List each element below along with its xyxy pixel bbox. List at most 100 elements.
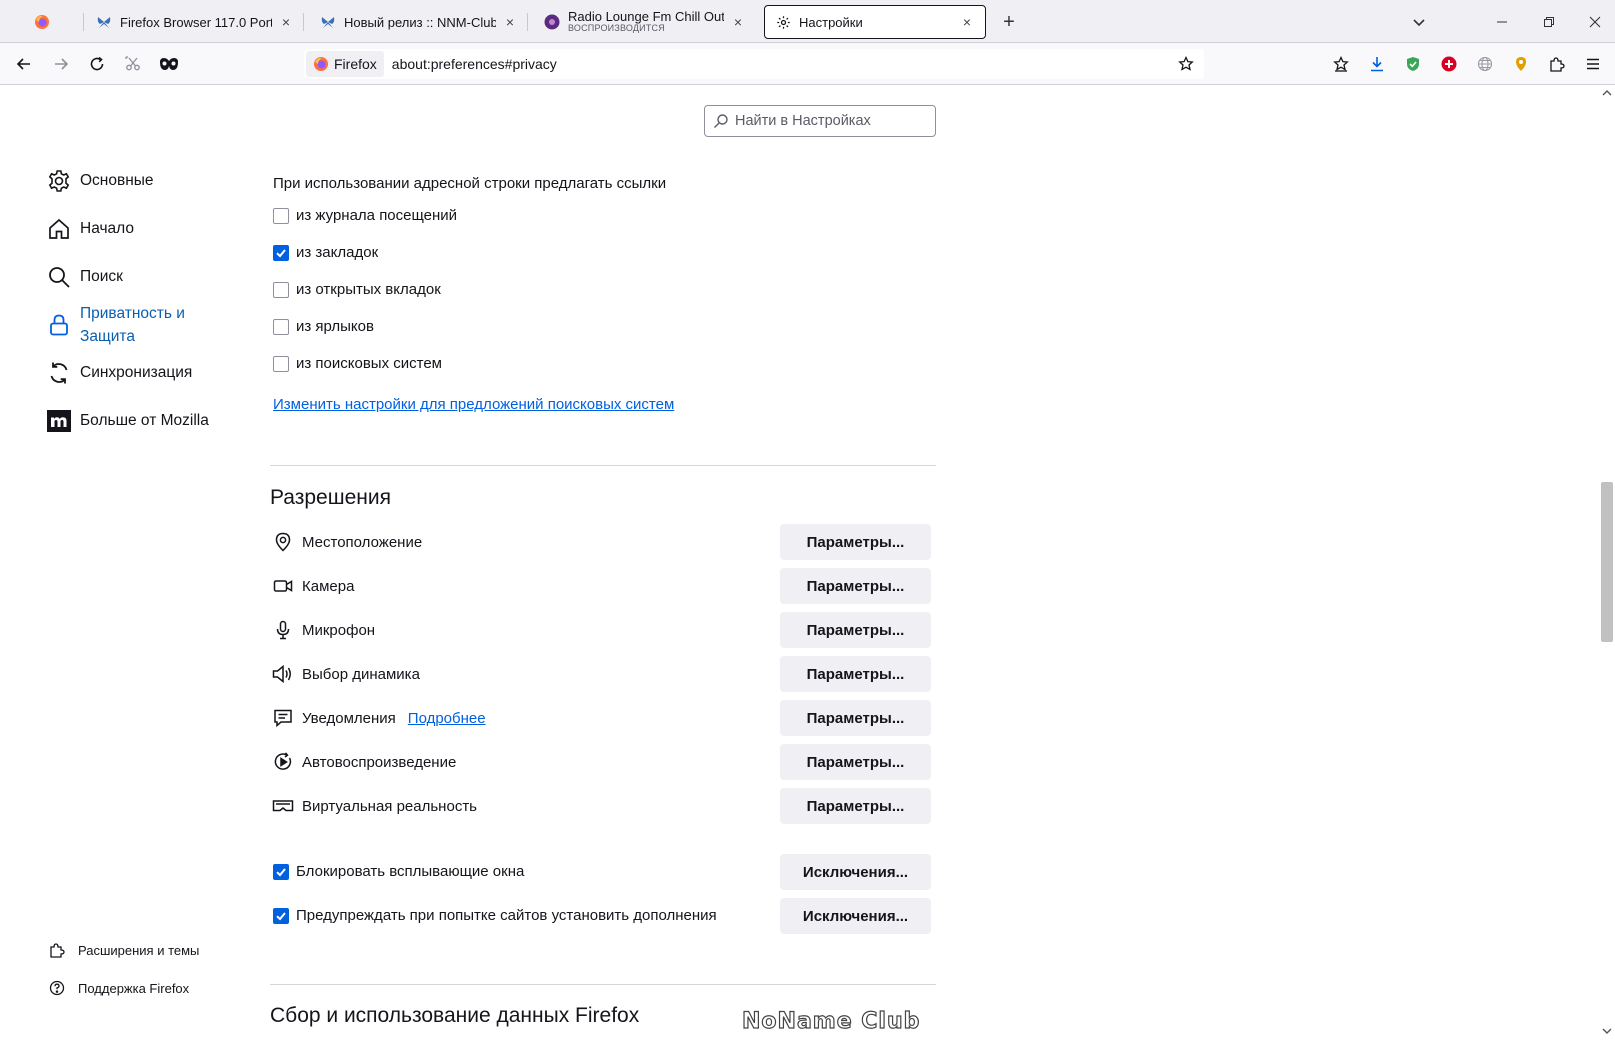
suggest-search-engines-option[interactable]: из поисковых систем	[273, 355, 442, 372]
tab-strip: Firefox Browser 117.0 Portable by... × Н…	[0, 0, 1615, 43]
address-bar-suggestions-heading: При использовании адресной строки предла…	[273, 175, 667, 192]
adblock-extension-button[interactable]	[1399, 50, 1427, 78]
suggest-open-tabs-option[interactable]: из открытых вкладок	[273, 281, 441, 298]
sidebar-item-search[interactable]: Поиск	[46, 264, 123, 290]
forward-button[interactable]	[47, 50, 75, 78]
reload-button[interactable]	[83, 50, 111, 78]
checkbox-label: из закладок	[296, 244, 379, 261]
settings-search-input[interactable]: Найти в Настройках	[704, 105, 936, 137]
screenshot-button[interactable]	[119, 50, 147, 78]
address-bar[interactable]: Firefox about:preferences#privacy	[304, 49, 1204, 79]
autoplay-settings-button[interactable]: Параметры...	[780, 744, 931, 780]
checkbox[interactable]	[273, 863, 289, 880]
permission-notifications: Уведомления Подробнее	[272, 707, 486, 729]
location-extension-button[interactable]	[1507, 50, 1535, 78]
checkbox[interactable]	[273, 318, 289, 335]
checkbox[interactable]	[273, 244, 289, 261]
extensions-button[interactable]	[1543, 50, 1571, 78]
block-popups-option[interactable]: Блокировать всплывающие окна	[273, 863, 524, 880]
minimize-button[interactable]	[1487, 8, 1517, 36]
mozilla-icon	[46, 408, 72, 434]
data-collection-heading: Сбор и использование данных Firefox	[270, 1004, 640, 1027]
reload-icon	[90, 56, 104, 71]
location-settings-button[interactable]: Параметры...	[780, 524, 931, 560]
microphone-settings-button[interactable]: Параметры...	[780, 612, 931, 648]
notifications-learn-more-link[interactable]: Подробнее	[408, 710, 486, 727]
sidebar-item-home[interactable]: Начало	[46, 216, 134, 242]
navigation-toolbar: Firefox about:preferences#privacy	[0, 43, 1615, 85]
app-menu-button[interactable]	[1579, 50, 1607, 78]
close-icon[interactable]: ×	[959, 14, 975, 30]
downloads-button[interactable]	[1363, 50, 1391, 78]
tab-nnm-club[interactable]: Новый релиз :: NNM-Club ×	[310, 5, 528, 39]
checkbox[interactable]	[273, 355, 289, 372]
location-icon	[272, 531, 294, 553]
close-window-button[interactable]	[1580, 8, 1610, 36]
permission-label: Выбор динамика	[302, 665, 420, 683]
suggest-shortcuts-option[interactable]: из ярлыков	[273, 318, 374, 335]
pocket-button[interactable]	[1327, 50, 1355, 78]
minimize-icon	[1497, 21, 1507, 23]
addon-install-exceptions-button[interactable]: Исключения...	[780, 898, 931, 934]
private-mode-button[interactable]	[155, 50, 183, 78]
footer-link-label: Поддержка Firefox	[78, 980, 190, 996]
camera-settings-button[interactable]: Параметры...	[780, 568, 931, 604]
plus-circle-icon	[1441, 56, 1457, 72]
sidebar-item-privacy[interactable]: Приватность и Защита	[46, 302, 230, 348]
sync-icon	[46, 360, 72, 386]
scrollbar-thumb[interactable]	[1601, 482, 1613, 642]
close-icon[interactable]: ×	[278, 14, 294, 30]
url-text[interactable]: about:preferences#privacy	[392, 56, 557, 72]
firefox-support-link[interactable]: Поддержка Firefox	[48, 979, 189, 997]
sidebar-item-sync[interactable]: Синхронизация	[46, 360, 192, 386]
map-pin-icon	[1516, 57, 1526, 71]
star-icon	[1178, 56, 1194, 71]
vr-settings-button[interactable]: Параметры...	[780, 788, 931, 824]
globe-extension-button[interactable]	[1471, 50, 1499, 78]
scroll-up-arrow-icon[interactable]	[1602, 88, 1612, 98]
home-icon	[46, 216, 72, 242]
gear-icon	[46, 168, 72, 194]
puzzle-icon	[48, 941, 66, 959]
warn-addon-install-option[interactable]: Предупреждать при попытке сайтов установ…	[273, 907, 717, 924]
checkbox-label: из поисковых систем	[296, 355, 442, 372]
sidebar-item-general[interactable]: Основные	[46, 168, 154, 194]
microphone-icon	[272, 619, 294, 641]
tab-settings[interactable]: Настройки ×	[764, 5, 986, 39]
bookmark-star-button[interactable]	[1176, 54, 1196, 74]
tab-firefox-home[interactable]	[0, 5, 84, 39]
checkbox-label: из ярлыков	[296, 318, 374, 335]
checkbox[interactable]	[273, 207, 289, 224]
permission-label: Уведомления	[302, 709, 396, 727]
close-icon[interactable]: ×	[730, 14, 746, 30]
scroll-down-arrow-icon[interactable]	[1602, 1026, 1612, 1036]
permission-label: Камера	[302, 577, 355, 595]
list-all-tabs-button[interactable]	[1408, 11, 1430, 33]
addons-themes-link[interactable]: Расширения и темы	[48, 941, 199, 959]
tab-title: Новый релиз :: NNM-Club	[344, 14, 496, 30]
tab-radio-lounge[interactable]: Radio Lounge Fm Chill Out ВОСПРОИЗВОДИТС…	[534, 5, 756, 39]
sidebar-item-label: Начало	[80, 220, 135, 237]
notifications-settings-button[interactable]: Параметры...	[780, 700, 931, 736]
check-icon	[276, 248, 286, 257]
checkbox[interactable]	[273, 281, 289, 298]
identity-box[interactable]: Firefox	[306, 51, 384, 77]
checkbox[interactable]	[273, 907, 289, 924]
suggest-bookmarks-option[interactable]: из закладок	[273, 244, 378, 261]
autoplay-icon	[272, 751, 294, 773]
popup-exceptions-button[interactable]: Исключения...	[780, 854, 931, 890]
close-icon[interactable]: ×	[502, 14, 518, 30]
close-icon	[1589, 16, 1601, 28]
red-plus-extension-button[interactable]	[1435, 50, 1463, 78]
restore-button[interactable]	[1534, 8, 1564, 36]
new-tab-button[interactable]: +	[995, 8, 1023, 36]
notification-icon	[272, 707, 294, 729]
search-icon	[46, 264, 72, 290]
speaker-settings-button[interactable]: Параметры...	[780, 656, 931, 692]
suggest-history-option[interactable]: из журнала посещений	[273, 207, 457, 224]
back-button[interactable]	[10, 50, 38, 78]
sidebar-item-more-from-mozilla[interactable]: Больше от Mozilla	[46, 408, 209, 434]
tab-firefox-portable[interactable]: Firefox Browser 117.0 Portable by... ×	[86, 5, 304, 39]
search-suggestions-settings-link[interactable]: Изменить настройки для предложений поиск…	[273, 396, 674, 413]
checkbox-label: Блокировать всплывающие окна	[296, 863, 525, 880]
